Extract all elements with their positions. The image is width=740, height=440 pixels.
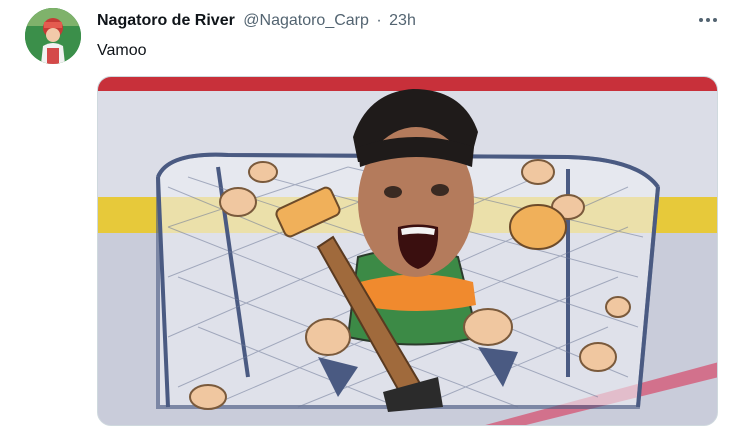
- pasted-face: [353, 89, 478, 277]
- avatar[interactable]: [25, 8, 81, 64]
- avatar-image: [25, 8, 81, 64]
- tweet-media-image[interactable]: [97, 76, 718, 426]
- meme-illustration: [98, 77, 717, 425]
- tweet-text: Vamoo: [97, 42, 147, 59]
- display-name[interactable]: Nagatoro de River: [97, 12, 235, 29]
- tweet-header: Nagatoro de River @Nagatoro_Carp · 23h: [97, 11, 416, 33]
- tweet-card[interactable]: Nagatoro de River @Nagatoro_Carp · 23h V…: [0, 0, 740, 440]
- more-options-button[interactable]: [692, 9, 724, 31]
- timestamp[interactable]: 23h: [389, 12, 416, 29]
- more-options-icon: [698, 18, 719, 22]
- separator-dot: ·: [376, 12, 382, 29]
- user-handle[interactable]: @Nagatoro_Carp: [243, 12, 369, 29]
- red-board-line: [98, 77, 717, 91]
